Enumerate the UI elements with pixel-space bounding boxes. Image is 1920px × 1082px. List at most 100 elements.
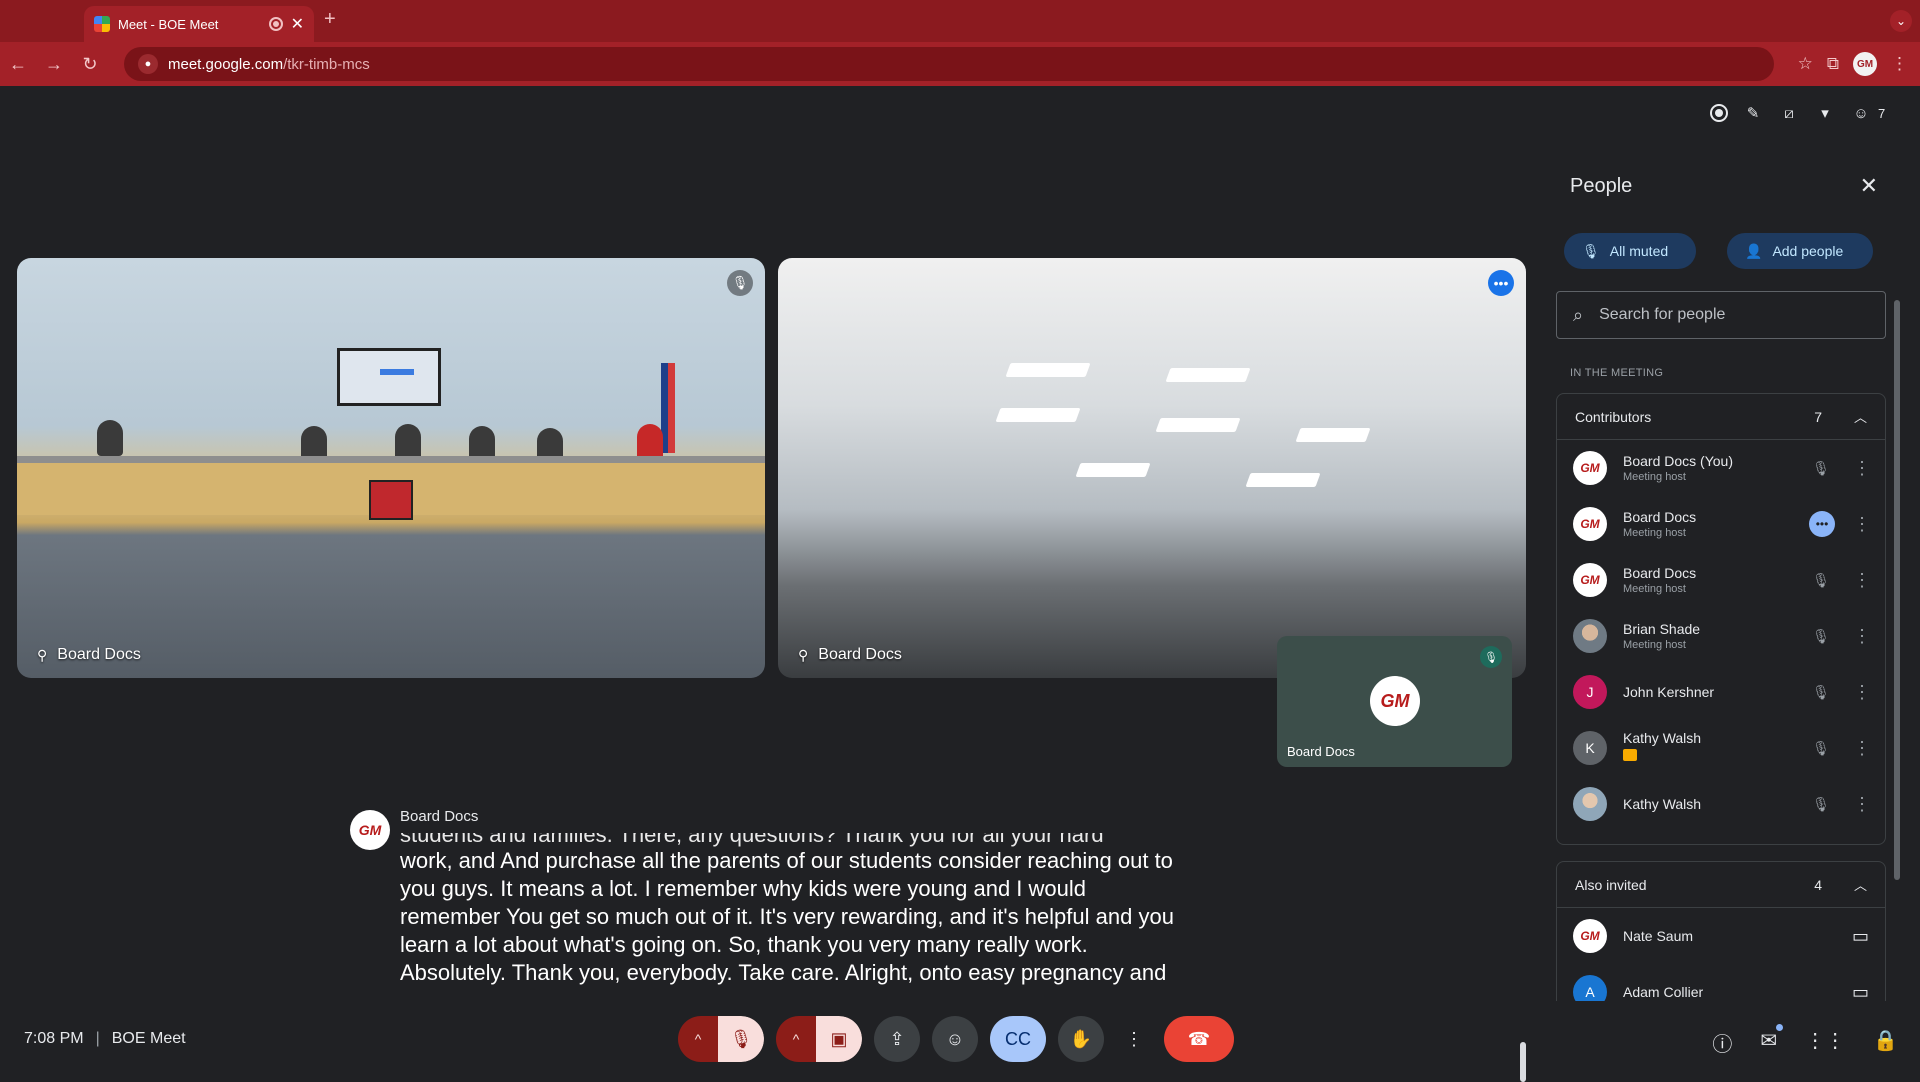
video-tile-auditorium[interactable]: ••• ⚲ Board Docs — [778, 258, 1526, 678]
mic-off-icon[interactable]: 🎙 — [1807, 734, 1835, 762]
captions-button[interactable]: CC — [990, 1016, 1046, 1062]
camera-toggle-button[interactable]: ▣ — [816, 1016, 862, 1062]
browser-menu-icon[interactable]: ⋮ — [1891, 54, 1908, 74]
host-controls-icon[interactable]: 🔒 — [1873, 1028, 1898, 1057]
all-muted-label: All muted — [1609, 243, 1669, 259]
participant-avatar — [1573, 787, 1607, 821]
more-options-icon[interactable]: ••• — [1488, 270, 1514, 296]
forward-button[interactable]: → — [36, 46, 72, 82]
mic-in-use-icon[interactable]: ● — [138, 54, 158, 74]
recording-indicator-icon — [268, 17, 283, 31]
all-muted-button[interactable]: 🎙 All muted — [1564, 233, 1696, 269]
invited-name: Nate Saum — [1623, 928, 1694, 944]
also-invited-count: 4 — [1814, 876, 1822, 893]
more-vert-icon[interactable]: ⋮ — [1853, 626, 1871, 647]
chevron-up-icon[interactable]: ︿ — [1854, 875, 1867, 894]
speaking-indicator-icon[interactable]: ••• — [1809, 511, 1835, 537]
close-tab-icon[interactable]: ✕ — [291, 14, 304, 34]
chevron-up-icon[interactable]: ︿ — [1854, 407, 1867, 426]
more-vert-icon[interactable]: ⋮ — [1853, 794, 1871, 815]
chat-icon[interactable]: ✉ — [1760, 1024, 1783, 1057]
close-icon[interactable]: ✕ — [1860, 173, 1878, 199]
video-settings-button[interactable]: ^ — [776, 1016, 816, 1062]
more-vert-icon[interactable]: ⋮ — [1853, 458, 1871, 479]
mic-off-icon[interactable]: 🎙 — [1807, 566, 1835, 594]
participant-row[interactable]: Brian Shade Meeting host 🎙 ⋮ — [1557, 608, 1885, 664]
recording-icon[interactable] — [1710, 104, 1728, 122]
browser-tab[interactable]: Meet - BOE Meet ✕ — [84, 6, 314, 42]
participant-row[interactable]: J John Kershner 🎙 ⋮ — [1557, 664, 1885, 720]
new-tab-button[interactable]: + — [324, 8, 336, 31]
contributors-group: Contributors 7 ︿ GM Board Docs (You) Meet… — [1556, 393, 1886, 845]
participant-name: Board Docs (You) — [1623, 453, 1733, 469]
back-button[interactable]: ← — [0, 46, 36, 82]
current-time: 7:08 PM — [24, 1030, 84, 1047]
more-vert-icon[interactable]: ⋮ — [1853, 682, 1871, 703]
people-count: 7 — [1878, 105, 1886, 121]
mic-off-icon: 🎙 — [727, 270, 753, 296]
more-vert-icon[interactable]: ⋮ — [1853, 514, 1871, 535]
leave-call-button[interactable]: ☎ — [1164, 1016, 1234, 1062]
mic-off-icon[interactable]: 🎙 — [1807, 790, 1835, 818]
chevron-down-icon[interactable]: ▾ — [1814, 102, 1836, 124]
section-label: IN THE MEETING — [1570, 367, 1664, 379]
raise-hand-button[interactable]: ✋ — [1058, 1016, 1104, 1062]
participant-row[interactable]: GM Board Docs Meeting host 🎙 ⋮ — [1557, 552, 1885, 608]
add-people-button[interactable]: 👤 Add people — [1727, 233, 1873, 269]
district-seal — [369, 480, 413, 520]
chat-icon[interactable]: ▭ — [1852, 982, 1869, 1002]
audio-settings-button[interactable]: ^ — [678, 1016, 718, 1062]
bookmark-star-icon[interactable]: ☆ — [1798, 54, 1813, 74]
extensions-icon[interactable]: ⧉ — [1827, 54, 1839, 74]
meet-bottom-bar: 7:08 PM | BOE Meet ^ 🎙 ^ ▣ ⇪ ☺ CC ✋ ⋮ ☎ … — [0, 1010, 1920, 1070]
participant-row[interactable]: GM Board Docs Meeting host ••• ⋮ — [1557, 496, 1885, 552]
mic-off-icon[interactable]: 🎙 — [1807, 622, 1835, 650]
mic-toggle-button[interactable]: 🎙 — [718, 1016, 764, 1062]
address-bar[interactable]: ● meet.google.com/tkr-timb-mcs — [124, 47, 1774, 81]
profile-avatar[interactable]: GM — [1853, 52, 1877, 76]
search-input[interactable] — [1599, 306, 1860, 324]
more-vert-icon[interactable]: ⋮ — [1853, 738, 1871, 759]
panel-scrollbar[interactable] — [1894, 300, 1900, 880]
contributors-count: 7 — [1814, 408, 1822, 425]
hand-raised-badge-icon — [1623, 749, 1637, 761]
people-icon: ☺ — [1853, 104, 1869, 122]
invited-name: Adam Collier — [1623, 984, 1704, 1000]
more-vert-icon[interactable]: ⋮ — [1853, 570, 1871, 591]
ceiling-light — [995, 408, 1081, 422]
activities-icon[interactable]: ⋮⋮ — [1805, 1028, 1845, 1057]
browser-toolbar: ← → ↻ ● meet.google.com/tkr-timb-mcs ☆ ⧉… — [0, 42, 1920, 86]
participant-row[interactable]: Kathy Walsh 🎙 ⋮ — [1557, 776, 1885, 832]
notes-icon[interactable]: ✎ — [1742, 102, 1764, 124]
meeting-details-icon[interactable]: ⓘ — [1712, 1028, 1732, 1057]
participant-avatar: K — [1573, 731, 1607, 765]
camera-off-status-icon[interactable]: ⧄ — [1778, 102, 1800, 124]
participant-figure — [637, 424, 663, 460]
search-people[interactable]: ⌕ — [1556, 291, 1886, 339]
self-view-tile[interactable]: GM 🎙 Board Docs — [1277, 636, 1512, 767]
invited-avatar: A — [1573, 975, 1607, 1001]
people-count-badge[interactable]: ☺ 7 — [1850, 102, 1885, 124]
present-screen-button[interactable]: ⇪ — [874, 1016, 920, 1062]
video-tile-boardroom[interactable]: 🎙 ⚲ Board Docs — [17, 258, 765, 678]
ceiling-light — [1295, 428, 1371, 442]
mic-off-icon[interactable]: 🎙 — [1807, 678, 1835, 706]
participant-row[interactable]: GM Board Docs (You) Meeting host 🎙 ⋮ — [1557, 440, 1885, 496]
participant-figure — [97, 420, 123, 456]
participant-avatar: GM — [1573, 563, 1607, 597]
mic-off-icon[interactable]: 🎙 — [1807, 454, 1835, 482]
also-invited-header[interactable]: Also invited 4 ︿ — [1557, 862, 1885, 908]
chat-icon[interactable]: ▭ — [1852, 926, 1869, 947]
tab-search-button[interactable]: ⌄ — [1890, 10, 1912, 32]
url-path: /tkr-timb-mcs — [283, 55, 370, 73]
more-options-button[interactable]: ⋮ — [1116, 1016, 1152, 1062]
contributors-header[interactable]: Contributors 7 ︿ — [1557, 394, 1885, 440]
invited-row[interactable]: GM Nate Saum ▭ — [1557, 908, 1885, 964]
browser-tab-bar: Meet - BOE Meet ✕ + ⌄ — [0, 0, 1920, 42]
ceiling-light — [1165, 368, 1251, 382]
invited-row[interactable]: A Adam Collier ▭ — [1557, 964, 1885, 1001]
participant-role: Meeting host — [1623, 471, 1686, 483]
participant-row[interactable]: K Kathy Walsh 🎙 ⋮ — [1557, 720, 1885, 776]
emoji-reactions-button[interactable]: ☺ — [932, 1016, 978, 1062]
reload-button[interactable]: ↻ — [72, 46, 108, 82]
